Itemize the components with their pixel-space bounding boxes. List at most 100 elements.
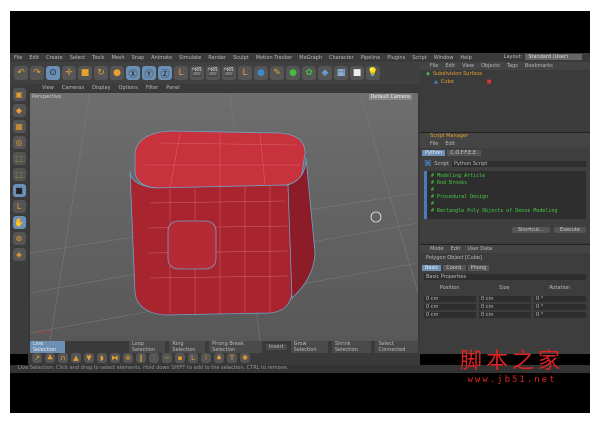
object-name[interactable]: Subdivision Surface	[433, 71, 482, 77]
tab-basic[interactable]: Basic	[422, 265, 442, 271]
clone-icon[interactable]: ♠	[214, 353, 224, 363]
make-editable-icon[interactable]: ▣	[12, 88, 26, 101]
light-icon[interactable]: 💡	[366, 66, 380, 80]
loop-selection-tab[interactable]: Loop Selection	[128, 341, 166, 353]
menu-create[interactable]: Create	[46, 55, 63, 61]
redo-icon[interactable]: ↷	[30, 66, 44, 80]
select-connected-tab[interactable]: Select Connected	[375, 341, 418, 353]
object-name[interactable]: Cube	[441, 79, 454, 85]
cube-object-icon[interactable]: ●	[254, 66, 268, 80]
viewport[interactable]: View Cameras Display Options Filter Pane…	[28, 84, 420, 343]
points-mode-icon[interactable]: ⬚	[12, 152, 26, 165]
tab-phong[interactable]: Phong	[467, 265, 490, 271]
menu-motion-tracker[interactable]: Motion Tracker	[256, 55, 293, 61]
menu-select[interactable]: Select	[70, 55, 85, 61]
material-tag-icon[interactable]: ■	[487, 79, 492, 85]
om-menu-edit[interactable]: Edit	[445, 63, 455, 69]
shrink-selection-tab[interactable]: Shrink Selection	[331, 341, 372, 353]
menu-help[interactable]: Help	[460, 55, 471, 61]
am-menu-edit[interactable]: Edit	[451, 246, 461, 252]
pen-spline-icon[interactable]: ✎	[270, 66, 284, 80]
menu-window[interactable]: Window	[434, 55, 454, 61]
menu-character[interactable]: Character	[329, 55, 354, 61]
position-field[interactable]: 0 cm	[424, 312, 476, 318]
size-field[interactable]: 0 cm	[479, 296, 531, 302]
om-menu-view[interactable]: View	[462, 63, 474, 69]
sm-menu-file[interactable]: File	[430, 141, 438, 147]
menu-sculpt[interactable]: Sculpt	[233, 55, 249, 61]
size-field[interactable]: 0 cm	[479, 312, 531, 318]
z-axis-icon[interactable]: Ⓩ	[158, 66, 172, 80]
om-menu-objects[interactable]: Objects	[481, 63, 500, 69]
live-selection-tab[interactable]: Live Selection	[30, 341, 65, 353]
floor-icon[interactable]: ▦	[334, 66, 348, 80]
menu-mograph[interactable]: MoGraph	[299, 55, 322, 61]
render-view-icon[interactable]: 🎬	[190, 66, 204, 80]
render-settings-icon[interactable]: 🎬	[222, 66, 236, 80]
extrude-icon[interactable]: ▲	[71, 353, 81, 363]
mirror-icon[interactable]: T	[227, 353, 237, 363]
viewport-menu-view[interactable]: View	[42, 85, 54, 91]
om-menu-file[interactable]: File	[430, 63, 438, 69]
tweak-mode-icon[interactable]: ✋	[12, 216, 26, 229]
array-tool-icon[interactable]: ⁞	[201, 353, 211, 363]
menu-pipeline[interactable]: Pipeline	[361, 55, 381, 61]
viewport-menu-options[interactable]: Options	[119, 85, 138, 91]
menu-plugins[interactable]: Plugins	[387, 55, 405, 61]
deformer-icon[interactable]: ◆	[318, 66, 332, 80]
axis-mode-icon[interactable]: L	[12, 200, 26, 213]
phong-break-selection-tab[interactable]: Phong Break Selection	[209, 341, 262, 353]
weld-icon[interactable]: ⊕	[123, 353, 133, 363]
render-picture-viewer-icon[interactable]: 🎬	[206, 66, 220, 80]
optimize-icon[interactable]: ✺	[240, 353, 250, 363]
menu-script[interactable]: Script	[412, 55, 427, 61]
x-axis-icon[interactable]: Ⓧ	[126, 66, 140, 80]
subdivided-cube[interactable]	[129, 130, 316, 316]
om-menu-bookmarks[interactable]: Bookmarks	[525, 63, 553, 69]
magnet-icon[interactable]: ∩	[58, 353, 68, 363]
grow-selection-tab[interactable]: Grow Selection	[290, 341, 328, 353]
rotate-icon[interactable]: ↻	[94, 66, 108, 80]
sm-menu-edit[interactable]: Edit	[445, 141, 455, 147]
am-menu-mode[interactable]: Mode	[430, 246, 444, 252]
align-icon[interactable]: L	[188, 353, 198, 363]
camera-icon[interactable]: ■	[350, 66, 364, 80]
tab-python[interactable]: Python	[422, 150, 446, 156]
menu-snap[interactable]: Snap	[132, 55, 145, 61]
rotation-field[interactable]: 0 °	[534, 312, 586, 318]
menu-render[interactable]: Render	[208, 55, 226, 61]
position-field[interactable]: 0 cm	[424, 296, 476, 302]
viewport-camera[interactable]: Default Camera	[368, 94, 412, 100]
ring-selection-tab[interactable]: Ring Selection	[169, 341, 206, 353]
script-dropdown[interactable]: Python Script	[451, 160, 586, 167]
rotation-field[interactable]: 0 °	[534, 296, 586, 302]
om-menu-tags[interactable]: Tags	[507, 63, 518, 69]
recent-tool-icon[interactable]: ●	[110, 66, 124, 80]
viewport-menu-display[interactable]: Display	[92, 85, 110, 91]
extrude-inner-icon[interactable]: ▼	[84, 353, 94, 363]
subdivision-icon[interactable]: ●	[286, 66, 300, 80]
melt-icon[interactable]: −	[162, 353, 172, 363]
snap-icon[interactable]: ⊛	[12, 232, 26, 245]
slide-icon[interactable]: ‖	[136, 353, 146, 363]
knife-icon[interactable]: ↗	[32, 353, 42, 363]
polygons-mode-icon[interactable]: ■	[12, 184, 26, 197]
rotation-field[interactable]: 0 °	[534, 304, 586, 310]
object-row[interactable]: ◆ Subdivision Surface	[420, 70, 590, 78]
size-field[interactable]: 0 cm	[479, 304, 531, 310]
position-field[interactable]: 0 cm	[424, 304, 476, 310]
invert-tab[interactable]: Invert	[265, 344, 287, 350]
bridge-icon[interactable]: ⧓	[110, 353, 120, 363]
tab-coord[interactable]: Coord.	[443, 265, 466, 271]
brush-icon[interactable]: ♣	[45, 353, 55, 363]
am-menu-user-data[interactable]: User Data	[467, 246, 492, 252]
lock-workplane-icon[interactable]: ◈	[12, 248, 26, 261]
shortcut-button[interactable]: Shortcut...	[511, 227, 550, 233]
coordinate-system-icon[interactable]: L	[174, 66, 188, 80]
edges-mode-icon[interactable]: ⬚	[12, 168, 26, 181]
live-selection-icon[interactable]: ⊙	[46, 66, 60, 80]
texture-mode-icon[interactable]: ▦	[12, 120, 26, 133]
y-axis-icon[interactable]: Ⓨ	[142, 66, 156, 80]
layout-dropdown[interactable]: Standard (User)	[525, 54, 582, 60]
menu-mesh[interactable]: Mesh	[111, 55, 124, 61]
